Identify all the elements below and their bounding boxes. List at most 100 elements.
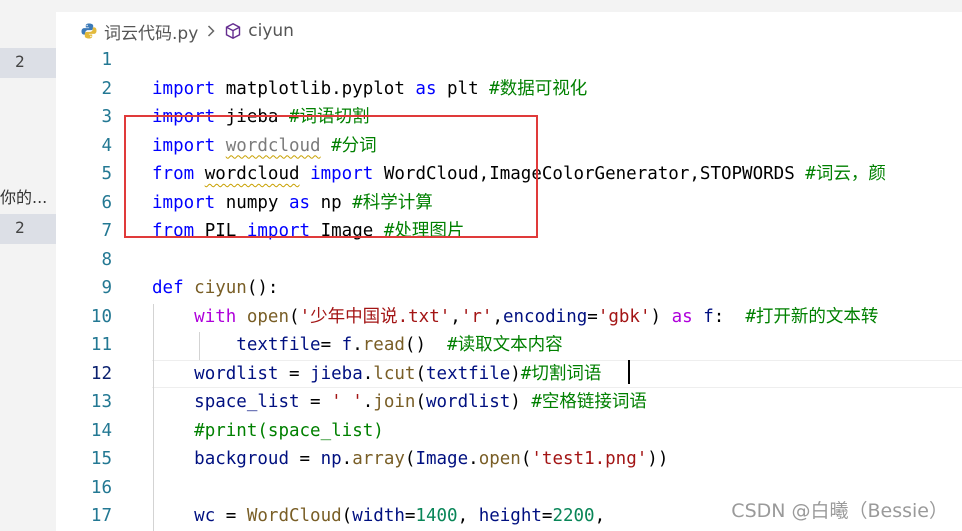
code-token: = (404, 506, 416, 526)
indent-guide (153, 304, 154, 531)
code-token: (): (246, 278, 279, 298)
annotation-highlight-box (124, 115, 538, 238)
line-number-gutter: 1 2 3 4 5 6 7 8 9 10 11 12 13 14 15 16 17 (56, 46, 122, 531)
watermark: CSDN @白曦（Bessie） (731, 500, 948, 522)
code-token: ( (404, 449, 416, 469)
code-token: ) (650, 306, 672, 327)
badge-count: 2 (15, 52, 25, 71)
code-line[interactable]: space_list = ' '.join(wordlist) #空格链接词语 (152, 388, 962, 417)
code-token: WordCloud (246, 506, 342, 526)
code-line[interactable] (152, 246, 962, 275)
code-token: as (415, 78, 437, 99)
code-token: = (278, 363, 311, 384)
code-token: () (404, 335, 448, 355)
code-token: 'r' (460, 306, 493, 327)
code-token: jieba (310, 363, 363, 384)
code-token: #词云，颜 (805, 164, 886, 184)
cube-icon (224, 22, 242, 40)
code-line[interactable]: #print(space_list) (152, 417, 962, 446)
code-token: textfile (426, 363, 511, 384)
breadcrumb-file[interactable]: 词云代码.py (104, 19, 198, 44)
code-line[interactable]: wordlist = jieba.lcut(textfile)#切割词语 (152, 359, 962, 389)
code-token: #读取文本内容 (447, 335, 563, 355)
code-token: . (468, 449, 479, 469)
code-token: #数据可视化 (489, 78, 588, 99)
code-token: Image (415, 449, 469, 469)
code-token: textfile (236, 335, 321, 355)
code-token: f (703, 306, 714, 327)
code-token: open (246, 306, 290, 327)
code-token: : (713, 306, 746, 327)
code-token: np (320, 449, 342, 469)
code-token: = (587, 306, 598, 327)
code-token: . (362, 392, 374, 412)
side-panel-snippet[interactable]: 你的... (0, 184, 47, 208)
code-token: wordlist (425, 392, 511, 412)
code-token: open (478, 449, 521, 469)
line-number: 15 (90, 449, 112, 469)
code-token: as (671, 306, 693, 327)
line-number: 14 (90, 420, 112, 441)
line-number: 2 (101, 78, 112, 99)
code-token: import (152, 78, 216, 99)
line-number: 11 (90, 335, 112, 355)
code-token: wc (194, 506, 216, 526)
code-line[interactable] (152, 46, 962, 75)
code-line[interactable]: with open('少年中国说.txt','r',encoding='gbk'… (152, 303, 962, 332)
problem-count-badge[interactable]: 2 (0, 48, 56, 78)
code-token: matplotlib.pyplot (215, 78, 416, 99)
code-token: encoding (502, 306, 588, 327)
text-cursor (628, 360, 630, 384)
code-token: . (341, 449, 353, 469)
code-line[interactable]: backgroud = np.array(Image.open('test1.p… (152, 445, 962, 474)
line-number: 16 (90, 477, 112, 498)
code-token: ( (289, 306, 300, 327)
code-line[interactable]: import matplotlib.pyplot as plt #数据可视化 (152, 75, 962, 104)
code-token: #打开新的文本转 (745, 306, 879, 327)
problem-count-badge[interactable]: 2 (0, 214, 56, 244)
code-token: join (373, 392, 416, 412)
code-token: ) (510, 363, 521, 384)
code-token: = (215, 506, 247, 526)
code-token: , (594, 506, 606, 526)
code-token: #切割词语 (520, 363, 602, 384)
line-number: 1 (101, 50, 112, 70)
code-token: def (152, 278, 184, 298)
code-token: . (352, 335, 363, 355)
code-token: #print(space_list) (194, 420, 384, 441)
code-token: = (288, 449, 321, 469)
code-token: array (352, 449, 405, 469)
line-number: 5 (101, 164, 112, 184)
side-panel: 2 你的... 2 (0, 0, 56, 531)
code-token: ciyun (194, 278, 247, 298)
code-token: , (457, 506, 479, 526)
code-token: 'gbk' (597, 306, 651, 327)
breadcrumb-symbol[interactable]: ciyun (248, 21, 294, 41)
code-token: ' ' (331, 392, 363, 412)
code-token: lcut (373, 363, 416, 384)
code-token: backgroud (194, 449, 289, 469)
line-number: 3 (101, 107, 112, 127)
code-line[interactable]: textfile= f.read() #读取文本内容 (152, 331, 962, 360)
code-token: space_list (194, 392, 300, 412)
code-token: , (450, 306, 461, 327)
python-icon (80, 22, 98, 40)
line-number: 4 (101, 135, 112, 156)
chevron-right-icon (206, 24, 216, 38)
code-token: width (352, 506, 405, 526)
line-number: 7 (101, 221, 112, 241)
code-token: f (341, 335, 353, 355)
line-number: 9 (101, 278, 112, 298)
code-token: = (541, 506, 553, 526)
code-token: ( (415, 363, 426, 384)
code-line[interactable]: def ciyun(): (152, 274, 962, 303)
breadcrumb: 词云代码.py ciyun (80, 18, 294, 44)
code-token: = (299, 392, 332, 412)
